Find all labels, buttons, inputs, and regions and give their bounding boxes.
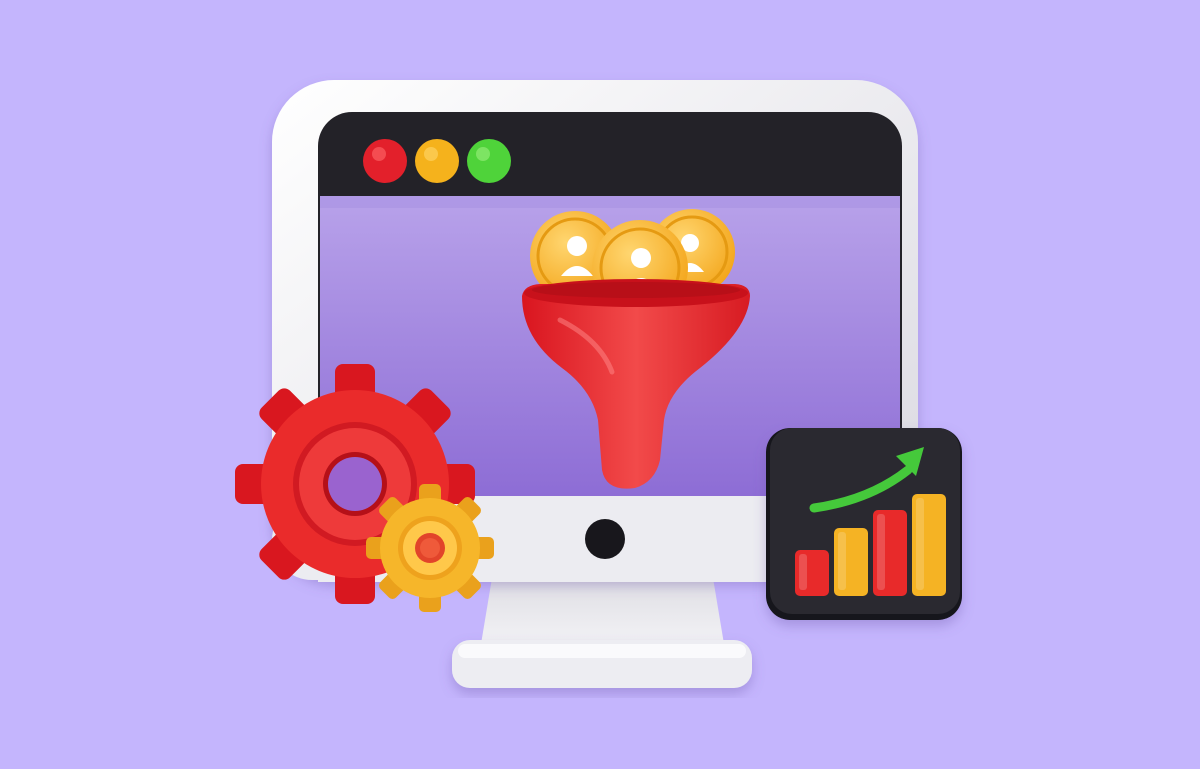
illustration-svg xyxy=(235,80,962,688)
illustration-stage xyxy=(0,0,1200,769)
growth-chart-icon xyxy=(766,428,962,620)
small-gear-icon xyxy=(366,484,494,612)
power-button-icon xyxy=(585,519,625,559)
maximize-dot-icon xyxy=(467,139,511,183)
growth-bar-highlight xyxy=(877,514,885,590)
close-dot-icon xyxy=(363,139,407,183)
growth-bar-highlight xyxy=(916,498,924,590)
growth-bar-highlight xyxy=(799,554,807,590)
window-controls xyxy=(363,139,511,183)
minimize-dot-icon xyxy=(415,139,459,183)
growth-bar-highlight xyxy=(838,532,846,590)
